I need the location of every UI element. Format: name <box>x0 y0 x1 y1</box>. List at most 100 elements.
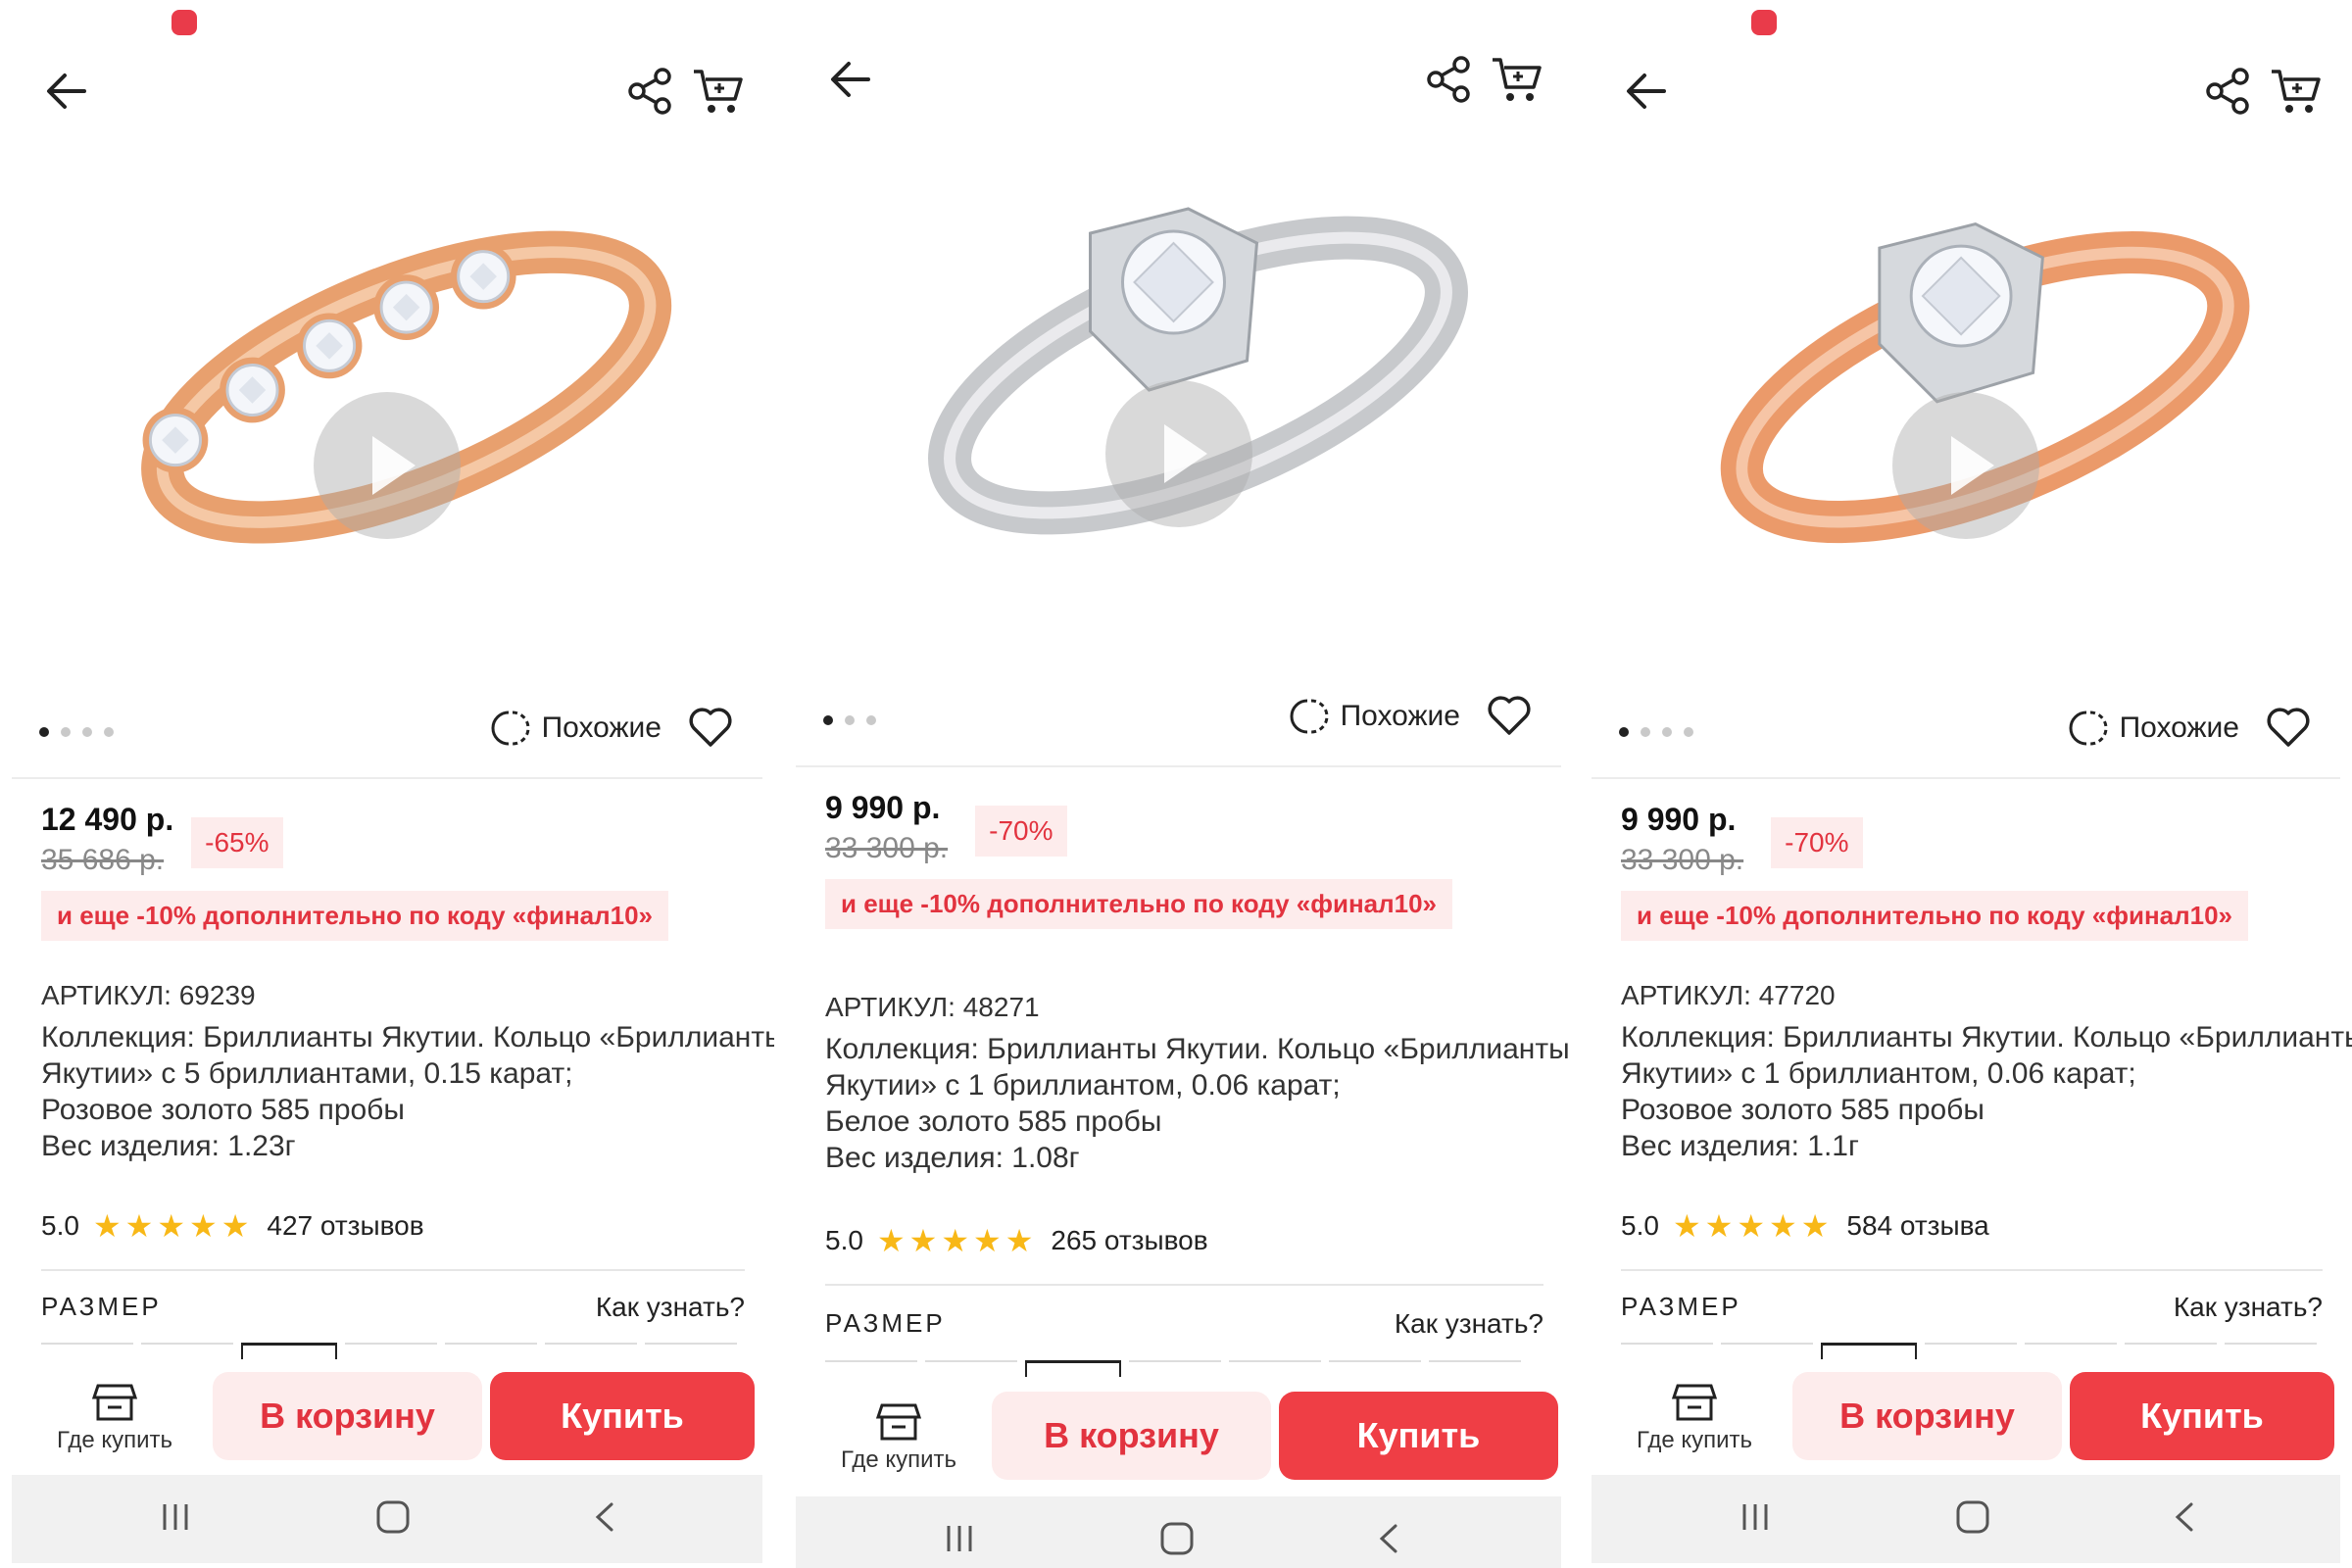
reviews-count[interactable]: 427 отзывов <box>267 1210 423 1242</box>
pager-dot[interactable] <box>39 727 49 737</box>
where-to-buy-button[interactable]: Где купить <box>41 1382 188 1470</box>
size-option[interactable] <box>2025 1343 2117 1358</box>
reviews-count[interactable]: 265 отзывов <box>1051 1225 1207 1256</box>
size-header: РАЗМЕР Как узнать? <box>825 1308 1544 1348</box>
reviews-count[interactable]: 584 отзыва <box>1846 1210 1988 1242</box>
back-arrow-icon <box>39 74 94 122</box>
share-button[interactable] <box>625 66 676 117</box>
similar-button[interactable]: Похожие <box>2067 706 2239 751</box>
pager-dot[interactable] <box>866 715 876 725</box>
favorite-button[interactable] <box>686 704 735 751</box>
size-option[interactable] <box>925 1360 1017 1376</box>
product-image[interactable] <box>1592 127 2340 657</box>
home-button[interactable] <box>374 1498 412 1536</box>
size-guide-link[interactable]: Как узнать? <box>596 1292 745 1323</box>
cart-button[interactable] <box>1489 54 1545 105</box>
size-guide-link[interactable]: Как узнать? <box>2174 1292 2323 1323</box>
size-option[interactable] <box>1721 1343 1813 1358</box>
cart-button[interactable] <box>690 66 747 117</box>
pager-dot[interactable] <box>1662 727 1672 737</box>
where-to-buy-button[interactable]: Где купить <box>825 1401 972 1490</box>
play-video-button[interactable] <box>1104 380 1252 527</box>
play-video-button[interactable] <box>314 392 461 539</box>
price-block: 9 990 р. 33 300 р. -70% и еще -10% дополнит… <box>1621 802 2332 941</box>
star-icon: ★ <box>876 1223 906 1258</box>
home-button[interactable] <box>1158 1520 1196 1557</box>
size-option[interactable] <box>241 1343 337 1359</box>
buy-now-button[interactable]: Купить <box>1279 1392 1558 1480</box>
cart-button[interactable] <box>2268 66 2325 117</box>
size-option[interactable] <box>141 1343 233 1358</box>
nav-back-button[interactable] <box>590 1498 619 1536</box>
recent-apps-button[interactable] <box>159 1502 192 1532</box>
size-option[interactable] <box>345 1343 437 1358</box>
rating-row[interactable]: 5.0 ★ ★ ★ ★ ★ 427 отзывов <box>41 1210 424 1242</box>
size-option[interactable] <box>2225 1343 2317 1358</box>
size-option[interactable] <box>1621 1343 1713 1358</box>
size-option[interactable] <box>545 1343 637 1358</box>
rating-row[interactable]: 5.0 ★ ★ ★ ★ ★ 265 отзывов <box>825 1225 1208 1256</box>
old-price-row: 35 686 р. -65% <box>41 817 755 877</box>
add-to-cart-button[interactable]: В корзину <box>1792 1372 2062 1460</box>
pager-dot[interactable] <box>1641 727 1650 737</box>
size-option[interactable] <box>1821 1343 1917 1359</box>
app-notification-icon <box>172 10 197 35</box>
rating-row[interactable]: 5.0 ★ ★ ★ ★ ★ 584 отзыва <box>1621 1210 1989 1242</box>
size-option[interactable] <box>1129 1360 1221 1376</box>
share-button[interactable] <box>1424 54 1475 105</box>
pager-dot[interactable] <box>82 727 92 737</box>
add-to-cart-button[interactable]: В корзину <box>213 1372 482 1460</box>
pager-dot[interactable] <box>823 715 833 725</box>
nav-back-button[interactable] <box>2170 1498 2199 1536</box>
size-option[interactable] <box>825 1360 917 1376</box>
recent-apps-button[interactable] <box>1739 1502 1772 1532</box>
star-icon: ★ <box>1737 1208 1765 1244</box>
size-option[interactable] <box>445 1343 537 1358</box>
size-option[interactable] <box>1429 1360 1521 1376</box>
buy-now-button[interactable]: Купить <box>2070 1372 2334 1460</box>
back-button[interactable] <box>39 64 94 119</box>
where-to-buy-button[interactable]: Где купить <box>1621 1382 1768 1470</box>
description-line: Коллекция: Бриллианты Якутии. Кольцо «Бр… <box>1621 1021 2352 1054</box>
promo-code-banner: и еще -10% дополнительно по коду «финал1… <box>41 891 669 941</box>
back-button[interactable] <box>1619 64 1674 119</box>
size-selector <box>1621 1343 2352 1359</box>
favorite-button[interactable] <box>1485 692 1534 739</box>
star-icon: ★ <box>1004 1223 1034 1258</box>
back-button[interactable] <box>823 52 878 107</box>
size-label: РАЗМЕР <box>825 1308 946 1338</box>
size-guide-link[interactable]: Как узнать? <box>1395 1308 1544 1340</box>
share-icon <box>625 68 676 121</box>
gallery-controls: Похожие <box>784 684 1573 743</box>
pager-dot[interactable] <box>1684 727 1693 737</box>
size-option[interactable] <box>1229 1360 1321 1376</box>
favorite-button[interactable] <box>2264 704 2313 751</box>
size-option[interactable] <box>645 1343 737 1358</box>
buy-now-button[interactable]: Купить <box>490 1372 755 1460</box>
product-image[interactable] <box>12 127 762 657</box>
size-option[interactable] <box>1329 1360 1421 1376</box>
size-option[interactable] <box>1025 1360 1121 1377</box>
similar-button[interactable]: Похожие <box>1288 694 1460 739</box>
nav-back-button[interactable] <box>1374 1520 1403 1557</box>
recent-apps-button[interactable] <box>943 1524 976 1553</box>
pager-dot[interactable] <box>104 727 114 737</box>
top-bar <box>784 42 1573 121</box>
similar-label: Похожие <box>541 711 662 744</box>
add-to-cart-button[interactable]: В корзину <box>992 1392 1271 1480</box>
size-option[interactable] <box>1925 1343 2017 1358</box>
home-button[interactable] <box>1954 1498 1991 1536</box>
size-option[interactable] <box>2125 1343 2217 1358</box>
where-to-buy-label: Где купить <box>840 1446 957 1473</box>
similar-button[interactable]: Похожие <box>489 706 662 751</box>
discount-badge: -70% <box>975 806 1067 857</box>
pager-dot[interactable] <box>61 727 71 737</box>
description-line: Якутии» с 1 бриллиантом, 0.06 карат; <box>1621 1057 2136 1090</box>
share-button[interactable] <box>2203 66 2254 117</box>
pager-dot[interactable] <box>1619 727 1629 737</box>
pager-dot[interactable] <box>845 715 855 725</box>
play-video-button[interactable] <box>1892 392 2039 539</box>
product-image[interactable] <box>796 116 1561 645</box>
product-screen-2: Похожие 9 990 р. 33 300 р. -70% и еще -10% д… <box>784 0 1573 1568</box>
size-option[interactable] <box>41 1343 133 1358</box>
